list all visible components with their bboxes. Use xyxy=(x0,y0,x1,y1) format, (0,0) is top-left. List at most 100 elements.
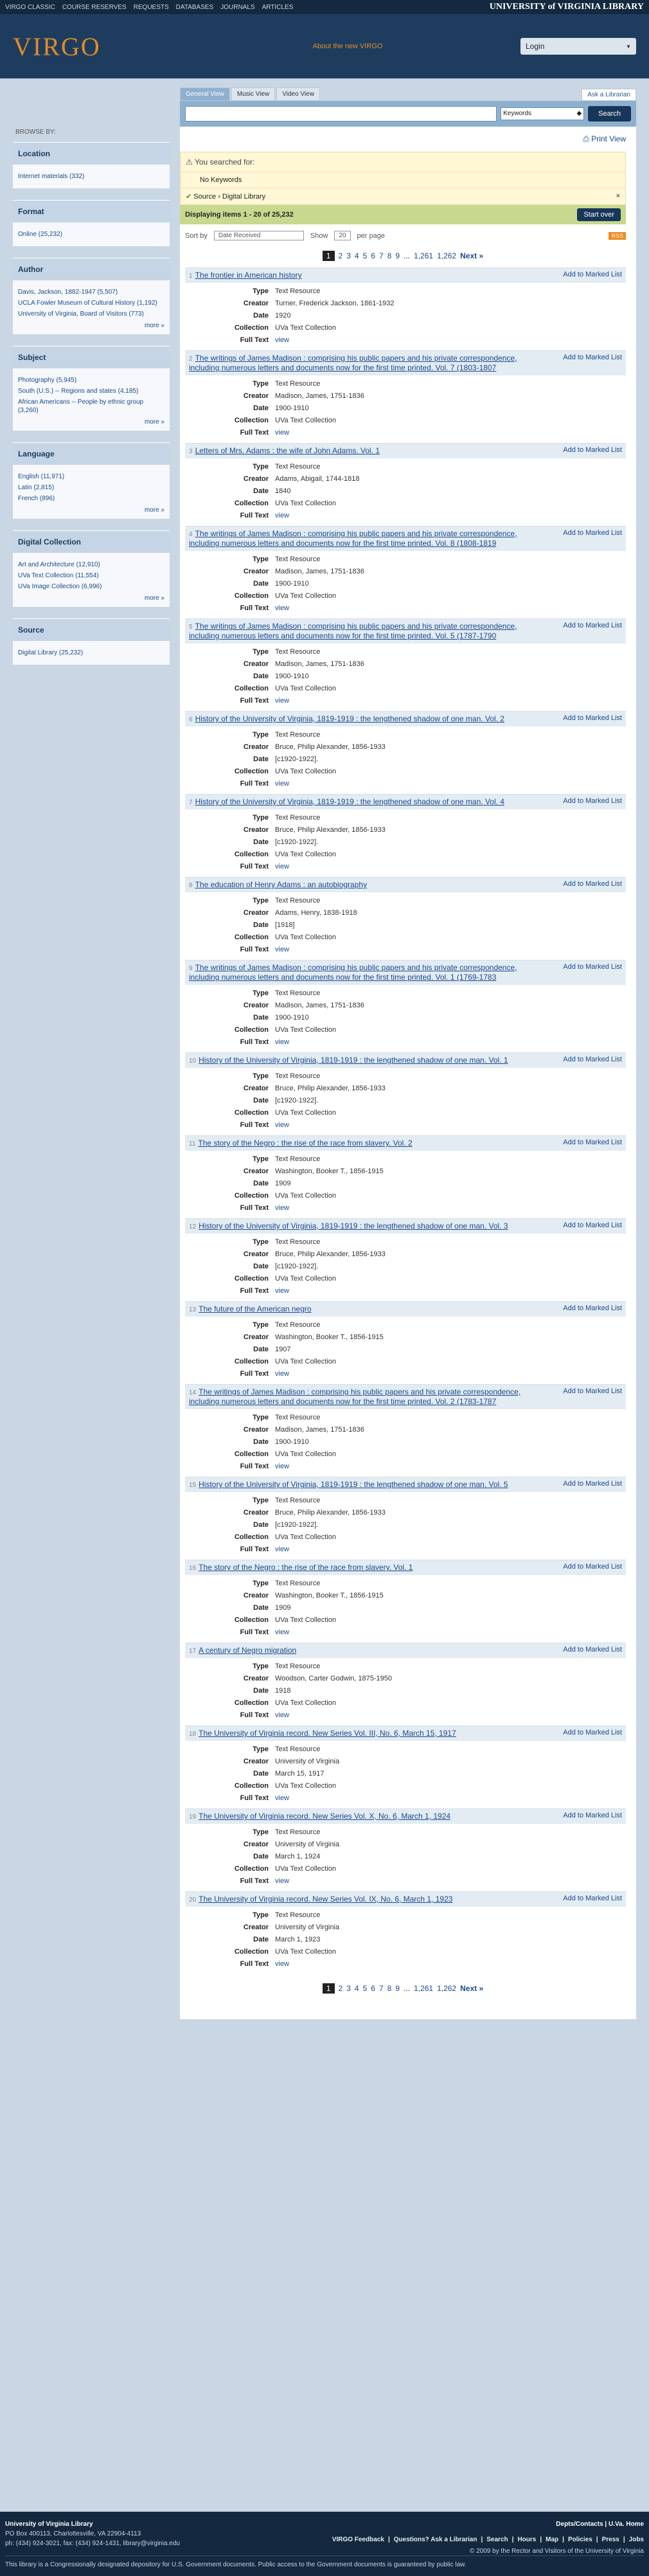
facet-item[interactable]: UVa Text Collection (11,554) xyxy=(18,572,164,580)
page-link[interactable]: 6 xyxy=(371,251,375,260)
result-title-link[interactable]: History of the University of Virginia, 1… xyxy=(199,1221,508,1230)
add-to-marked-list-link[interactable]: Add to Marked List xyxy=(563,1139,622,1148)
tab-music-view[interactable]: Music View xyxy=(231,87,276,101)
full-text-view-link[interactable]: view xyxy=(275,1626,289,1639)
facet-title[interactable]: Language xyxy=(13,442,170,465)
page-link[interactable]: 7 xyxy=(379,1984,384,1993)
facet-title[interactable]: Subject xyxy=(13,346,170,368)
result-title-link[interactable]: Letters of Mrs. Adams : the wife of John… xyxy=(195,446,380,455)
login-button[interactable]: Login ▼ xyxy=(520,38,636,55)
footer-link[interactable]: Map xyxy=(546,2536,558,2543)
full-text-view-link[interactable]: view xyxy=(275,1792,289,1805)
footer-link[interactable]: Policies xyxy=(568,2536,592,2543)
full-text-view-link[interactable]: view xyxy=(275,861,289,873)
next-page-link[interactable]: Next » xyxy=(460,1984,483,1993)
add-to-marked-list-link[interactable]: Add to Marked List xyxy=(563,880,622,890)
search-button[interactable]: Search xyxy=(588,106,631,122)
top-nav-articles[interactable]: ARTICLES xyxy=(262,4,294,11)
remove-filter-button[interactable]: × xyxy=(616,192,620,201)
add-to-marked-list-link[interactable]: Add to Marked List xyxy=(563,1729,622,1738)
facet-item[interactable]: UCLA Fowler Museum of Cultural History (… xyxy=(18,299,164,307)
facet-item[interactable]: Art and Architecture (12,910) xyxy=(18,561,164,569)
add-to-marked-list-link[interactable]: Add to Marked List xyxy=(563,529,622,548)
full-text-view-link[interactable]: view xyxy=(275,1461,289,1473)
footer-link[interactable]: Search xyxy=(486,2536,508,2543)
page-link[interactable]: 8 xyxy=(387,251,392,260)
facet-more-link[interactable]: more » xyxy=(18,322,164,329)
facet-item[interactable]: Davis, Jackson, 1882-1947 (5,507) xyxy=(18,288,164,296)
page-link[interactable]: 2 xyxy=(339,1984,343,1993)
add-to-marked-list-link[interactable]: Add to Marked List xyxy=(563,797,622,807)
footer-link[interactable]: Jobs xyxy=(629,2536,644,2543)
full-text-view-link[interactable]: view xyxy=(275,334,289,347)
page-link[interactable]: 3 xyxy=(346,251,351,260)
footer-link[interactable]: Press xyxy=(602,2536,619,2543)
add-to-marked-list-link[interactable]: Add to Marked List xyxy=(563,1221,622,1231)
page-link[interactable]: 1,262 xyxy=(437,1984,456,1993)
page-link[interactable]: 1,261 xyxy=(414,1984,433,1993)
page-link[interactable]: 5 xyxy=(363,251,368,260)
page-link[interactable]: 3 xyxy=(346,1984,351,1993)
about-link[interactable]: About the new VIRGO xyxy=(313,42,383,50)
footer-link[interactable]: Hours xyxy=(517,2536,536,2543)
page-link[interactable]: 9 xyxy=(395,251,400,260)
facet-title[interactable]: Digital Collection xyxy=(13,530,170,553)
full-text-view-link[interactable]: view xyxy=(275,1202,289,1214)
result-title-link[interactable]: The frontier in American history xyxy=(195,271,302,280)
add-to-marked-list-link[interactable]: Add to Marked List xyxy=(563,1056,622,1065)
add-to-marked-list-link[interactable]: Add to Marked List xyxy=(563,1387,622,1407)
facet-more-link[interactable]: more » xyxy=(18,419,164,426)
result-title-link[interactable]: A century of Negro migration xyxy=(199,1646,296,1655)
result-title-link[interactable]: The writings of James Madison : comprisi… xyxy=(189,1387,520,1406)
facet-item[interactable]: French (896) xyxy=(18,494,164,503)
full-text-view-link[interactable]: view xyxy=(275,427,289,439)
full-text-view-link[interactable]: view xyxy=(275,778,289,790)
facet-title[interactable]: Source xyxy=(13,618,170,641)
result-title-link[interactable]: The writings of James Madison : comprisi… xyxy=(189,354,517,372)
add-to-marked-list-link[interactable]: Add to Marked List xyxy=(563,446,622,456)
per-page-select[interactable]: 20 xyxy=(334,231,351,240)
page-link[interactable]: 5 xyxy=(363,1984,368,1993)
result-title-link[interactable]: The writings of James Madison : comprisi… xyxy=(189,963,517,982)
add-to-marked-list-link[interactable]: Add to Marked List xyxy=(563,354,622,373)
footer-link[interactable]: Questions? Ask a Librarian xyxy=(394,2536,477,2543)
result-title-link[interactable]: The University of Virginia record. New S… xyxy=(199,1729,456,1738)
page-link[interactable]: 1,262 xyxy=(437,251,456,260)
search-scope-select[interactable]: Keywords ◆ xyxy=(501,107,585,120)
full-text-view-link[interactable]: view xyxy=(275,510,289,522)
start-over-button[interactable]: Start over xyxy=(577,208,621,221)
top-nav-databases[interactable]: DATABASES xyxy=(176,4,214,11)
full-text-view-link[interactable]: view xyxy=(275,944,289,956)
footer-link[interactable]: VIRGO Feedback xyxy=(332,2536,384,2543)
facet-more-link[interactable]: more » xyxy=(18,507,164,514)
result-title-link[interactable]: The future of the American negro xyxy=(199,1304,311,1313)
facet-item[interactable]: Photography (5,945) xyxy=(18,376,164,384)
facet-title[interactable]: Location xyxy=(13,142,170,165)
tab-general-view[interactable]: General View xyxy=(180,87,230,101)
full-text-view-link[interactable]: view xyxy=(275,1958,289,1970)
add-to-marked-list-link[interactable]: Add to Marked List xyxy=(563,622,622,641)
add-to-marked-list-link[interactable]: Add to Marked List xyxy=(563,271,622,280)
page-link[interactable]: 2 xyxy=(339,251,343,260)
full-text-view-link[interactable]: view xyxy=(275,1544,289,1556)
result-title-link[interactable]: The University of Virginia record. New S… xyxy=(199,1812,450,1821)
facet-title[interactable]: Format xyxy=(13,200,170,222)
result-title-link[interactable]: The University of Virginia record. New S… xyxy=(199,1895,452,1904)
page-link[interactable]: 4 xyxy=(355,251,359,260)
search-input[interactable] xyxy=(185,106,497,122)
full-text-view-link[interactable]: view xyxy=(275,602,289,615)
next-page-link[interactable]: Next » xyxy=(460,251,483,260)
add-to-marked-list-link[interactable]: Add to Marked List xyxy=(563,714,622,724)
full-text-view-link[interactable]: view xyxy=(275,1285,289,1297)
page-link[interactable]: 4 xyxy=(355,1984,359,1993)
facet-item[interactable]: Online (25,232) xyxy=(18,230,164,239)
page-link[interactable]: 6 xyxy=(371,1984,375,1993)
result-title-link[interactable]: The story of the Negro : the rise of the… xyxy=(198,1139,412,1148)
top-nav-journals[interactable]: JOURNALS xyxy=(220,4,254,11)
page-link[interactable]: 7 xyxy=(379,251,384,260)
top-nav-course-reserves[interactable]: COURSE RESERVES xyxy=(62,4,127,11)
facet-item[interactable]: Internet materials (332) xyxy=(18,172,164,181)
library-name[interactable]: UNIVERSITY of VIRGINIA LIBRARY xyxy=(490,2,644,12)
add-to-marked-list-link[interactable]: Add to Marked List xyxy=(563,963,622,982)
facet-item[interactable]: University of Virginia, Board of Visitor… xyxy=(18,310,164,318)
